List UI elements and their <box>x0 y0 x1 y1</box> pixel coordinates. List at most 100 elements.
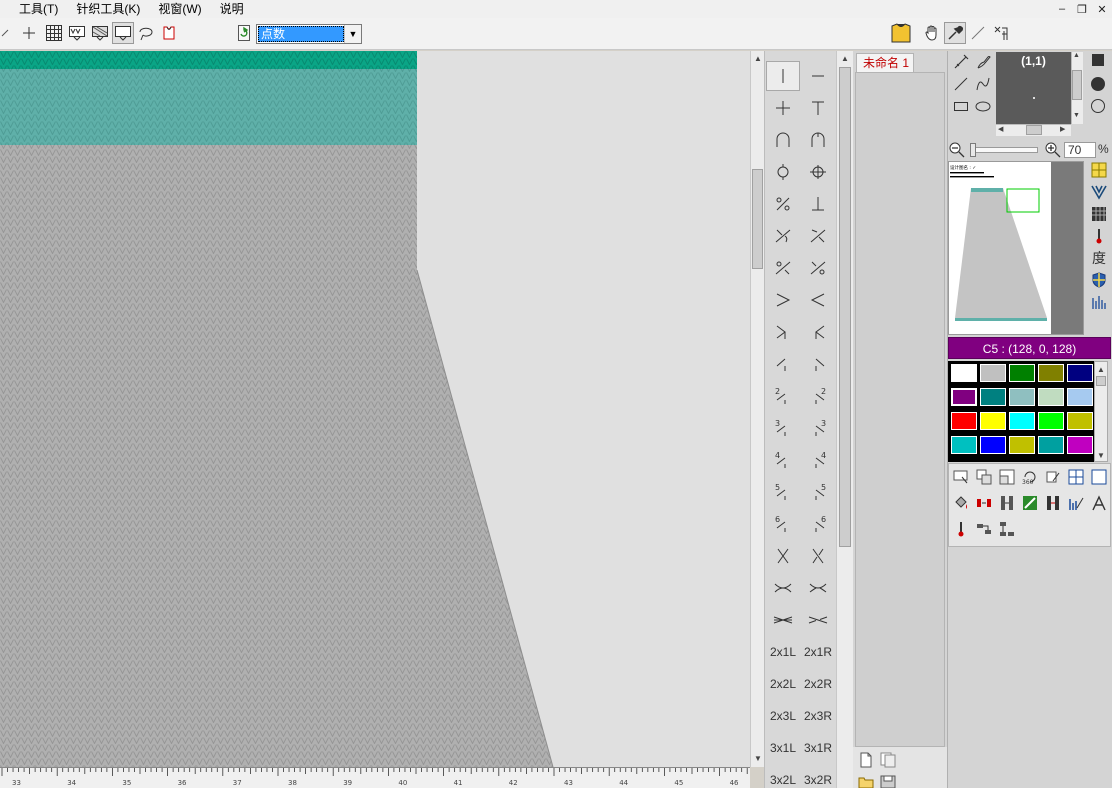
line-tool-icon[interactable] <box>952 75 970 93</box>
stitch-3x2L[interactable]: 3x2L <box>766 765 800 788</box>
stitch-inverted-tee[interactable] <box>801 189 835 219</box>
frame-icon[interactable] <box>1090 468 1108 486</box>
stitch-cable-2x2-alt[interactable] <box>801 573 835 603</box>
stitch-circle[interactable] <box>766 157 800 187</box>
brush-preview[interactable]: (1,1) <box>996 52 1071 124</box>
scroll-thumb[interactable] <box>752 169 763 269</box>
new-file-icon[interactable] <box>857 751 875 769</box>
column-tool-icon[interactable] <box>998 494 1016 512</box>
menu-knit-tools[interactable]: 针织工具(K) <box>67 0 149 18</box>
color-pen-icon[interactable] <box>1021 494 1039 512</box>
select-view-icon[interactable] <box>112 22 134 44</box>
refresh-icon[interactable] <box>233 22 255 44</box>
stitch-split-left[interactable] <box>766 253 800 283</box>
color-swatch[interactable] <box>1009 412 1035 430</box>
close-icon[interactable]: ✕ <box>1092 0 1112 18</box>
rotate-360-icon[interactable]: 360 <box>1021 468 1039 486</box>
minimize-icon[interactable]: – <box>1052 0 1072 18</box>
zoom-out-icon[interactable] <box>948 141 966 159</box>
stitch-2x3R[interactable]: 2x3R <box>801 701 835 731</box>
scroll-up-icon[interactable]: ▲ <box>751 51 765 65</box>
stitch-move-left[interactable] <box>766 349 800 379</box>
color-swatch[interactable] <box>980 364 1006 382</box>
stitch-3x2R[interactable]: 3x2R <box>801 765 835 788</box>
stitch-cable-1x1[interactable] <box>766 541 800 571</box>
color-swatch[interactable] <box>1009 436 1035 454</box>
stitch-tuck-arch[interactable] <box>766 125 800 155</box>
color-swatch[interactable] <box>1038 388 1064 406</box>
color-swatch[interactable] <box>1038 436 1064 454</box>
round-brush-icon[interactable] <box>1089 75 1107 93</box>
sweater-icon[interactable] <box>889 22 913 44</box>
color-swatch[interactable] <box>951 364 977 382</box>
stitch-move-2-left[interactable]: 2 <box>766 381 800 411</box>
toolbar-overflow-icon[interactable] <box>0 22 10 44</box>
shield-icon[interactable] <box>1090 271 1108 289</box>
stitch-move-6-left[interactable]: 6 <box>766 509 800 539</box>
knit-canvas[interactable] <box>0 51 750 767</box>
flip-icon[interactable] <box>1044 468 1062 486</box>
zoom-value[interactable]: 70 <box>1064 142 1096 158</box>
curve-tool-icon[interactable] <box>974 75 992 93</box>
text-tool-icon[interactable] <box>1090 494 1108 512</box>
stitch-move-2-right[interactable]: 2 <box>801 381 835 411</box>
hollow-brush-icon[interactable] <box>1089 97 1107 115</box>
stitch-circle-bar[interactable] <box>801 157 835 187</box>
stitch-palette-scrollbar[interactable]: ▲ <box>836 51 853 788</box>
scroll-down-icon[interactable]: ▼ <box>1073 112 1080 119</box>
garment-icon[interactable] <box>158 22 180 44</box>
menu-window[interactable]: 视窗(W) <box>149 0 210 18</box>
knit-view-icon[interactable] <box>66 22 88 44</box>
pattern-view-icon[interactable] <box>89 22 111 44</box>
document-tab[interactable]: 未命名 1 <box>856 53 914 72</box>
zoom-in-icon[interactable] <box>1044 141 1062 159</box>
file-list-icon[interactable] <box>879 751 897 769</box>
align-down-icon[interactable] <box>998 520 1016 538</box>
stitch-purl-horizontal[interactable] <box>801 61 835 91</box>
pin-icon[interactable] <box>952 520 970 538</box>
restore-icon[interactable]: ❐ <box>1072 0 1092 18</box>
stitch-2x1L[interactable]: 2x1L <box>766 637 800 667</box>
grid-toggle-icon[interactable] <box>1090 161 1108 179</box>
color-swatch[interactable] <box>980 412 1006 430</box>
stitch-cable-3x3[interactable] <box>766 605 800 635</box>
scroll-thumb[interactable] <box>1072 70 1082 100</box>
stitch-move-5-left[interactable]: 5 <box>766 477 800 507</box>
color-swatch[interactable] <box>1038 364 1064 382</box>
stitch-2x2R[interactable]: 2x2R <box>801 669 835 699</box>
needle-icon[interactable] <box>1090 227 1108 245</box>
hand-icon[interactable] <box>921 22 943 44</box>
stitch-decrease-left[interactable] <box>766 317 800 347</box>
fill-bucket-icon[interactable] <box>952 494 970 512</box>
scale-region-icon[interactable] <box>998 468 1016 486</box>
square-brush-icon[interactable] <box>1089 51 1107 69</box>
stitch-less-than[interactable] <box>801 285 835 315</box>
stitch-transfer-left[interactable] <box>766 221 800 251</box>
ellipse-tool-icon[interactable] <box>974 97 992 115</box>
chart-pen-icon[interactable] <box>1067 494 1085 512</box>
stitch-decrease-right[interactable] <box>801 317 835 347</box>
crosshair-icon[interactable] <box>18 22 40 44</box>
stitch-2x1R[interactable]: 2x1R <box>801 637 835 667</box>
stitch-3x1L[interactable]: 3x1L <box>766 733 800 763</box>
stitch-cable-1x1-alt[interactable] <box>801 541 835 571</box>
brush-horizontal-scrollbar[interactable]: ◀ ▶ <box>996 124 1071 136</box>
pencil-icon[interactable] <box>952 53 970 71</box>
stitch-move-4-right[interactable]: 4 <box>801 445 835 475</box>
stitch-cable-2x2[interactable] <box>766 573 800 603</box>
stitch-2x2L[interactable]: 2x2L <box>766 669 800 699</box>
stitch-3x1R[interactable]: 3x1R <box>801 733 835 763</box>
scroll-down-icon[interactable]: ▼ <box>751 751 765 765</box>
degree-label[interactable]: 度 <box>1090 249 1108 267</box>
color-swatch[interactable] <box>1038 412 1064 430</box>
v-neck-icon[interactable] <box>1090 183 1108 201</box>
pattern-tool-icon[interactable] <box>990 22 1012 44</box>
color-swatch[interactable] <box>980 388 1006 406</box>
stitch-move-6-right[interactable]: 6 <box>801 509 835 539</box>
stitch-tee[interactable] <box>801 93 835 123</box>
stitch-transfer-right[interactable] <box>801 221 835 251</box>
stitch-cross[interactable] <box>766 93 800 123</box>
eyedropper-icon[interactable] <box>944 22 966 44</box>
chevron-down-icon[interactable]: ▼ <box>344 25 361 43</box>
brush-icon[interactable] <box>974 53 992 71</box>
